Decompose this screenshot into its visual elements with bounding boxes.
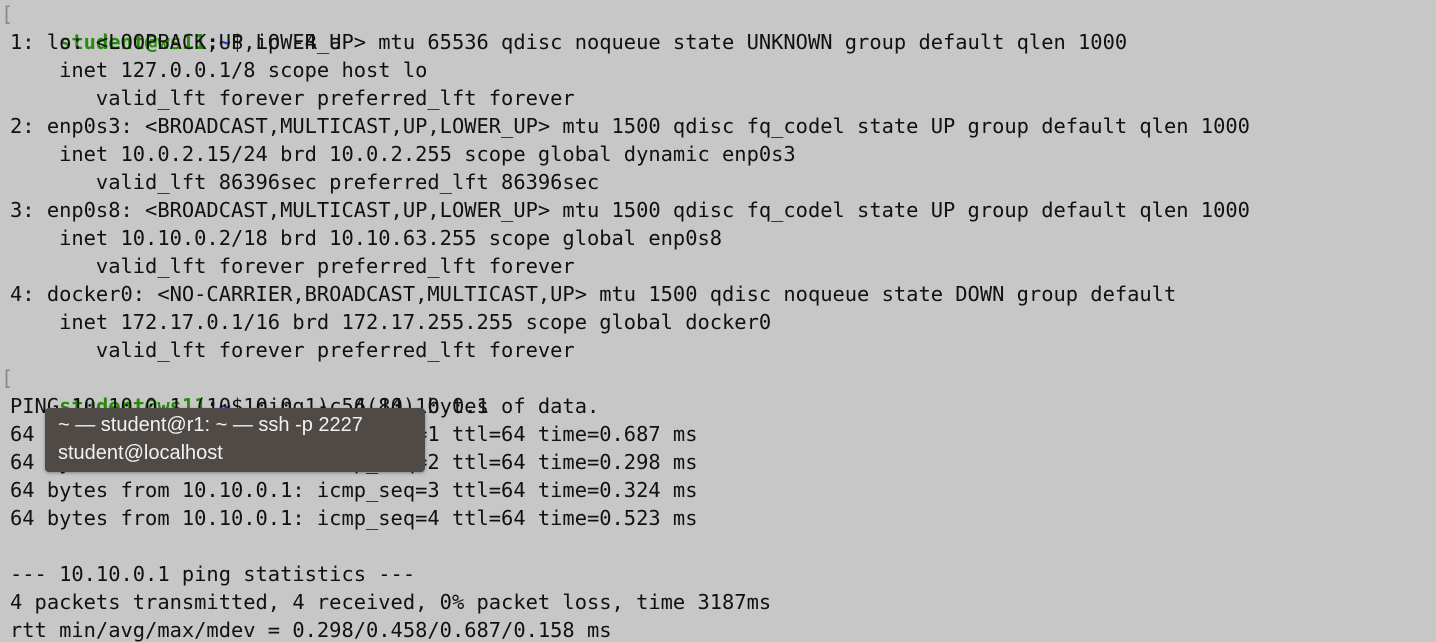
- output-line: 1: lo: <LOOPBACK,UP,LOWER_UP> mtu 65536 …: [10, 30, 1128, 54]
- prompt-line: [student@ws11:~$ ping -c 4 10.10.0.1: [0, 364, 1436, 418]
- output-line: valid_lft forever preferred_lft forever: [10, 338, 575, 362]
- output-line: inet 172.17.0.1/16 brd 172.17.255.255 sc…: [10, 310, 772, 334]
- prompt-bracket: [: [1, 2, 14, 26]
- tooltip-subtitle: student@localhost: [58, 442, 223, 464]
- output-line: 3: enp0s8: <BROADCAST,MULTICAST,UP,LOWER…: [10, 198, 1250, 222]
- output-line: valid_lft 86396sec preferred_lft 86396se…: [10, 170, 600, 194]
- terminal-window[interactable]: [student@ws11:~$ ip -4 a 1: lo: <LOOPBAC…: [0, 0, 1436, 642]
- output-line: 4 packets transmitted, 4 received, 0% pa…: [10, 590, 772, 614]
- output-line: inet 127.0.0.1/8 scope host lo: [10, 58, 428, 82]
- output-line: --- 10.10.0.1 ping statistics ---: [10, 562, 416, 586]
- output-line: valid_lft forever preferred_lft forever: [10, 86, 575, 110]
- output-line: valid_lft forever preferred_lft forever: [10, 254, 575, 278]
- output-line: 2: enp0s3: <BROADCAST,MULTICAST,UP,LOWER…: [10, 114, 1250, 138]
- output-line: inet 10.0.2.15/24 brd 10.0.2.255 scope g…: [10, 142, 796, 166]
- output-line: 4: docker0: <NO-CARRIER,BROADCAST,MULTIC…: [10, 282, 1177, 306]
- output-line: 64 bytes from 10.10.0.1: icmp_seq=3 ttl=…: [10, 478, 698, 502]
- output-line: rtt min/avg/max/mdev = 0.298/0.458/0.687…: [10, 618, 612, 642]
- output-line: inet 10.10.0.2/18 brd 10.10.63.255 scope…: [10, 226, 723, 250]
- tooltip-title: ~ — student@r1: ~ — ssh -p 2227: [58, 414, 363, 436]
- prompt-bracket: [: [1, 366, 14, 390]
- tab-tooltip: ~ — student@r1: ~ — ssh -p 2227 student@…: [45, 408, 425, 472]
- output-line: 64 bytes from 10.10.0.1: icmp_seq=4 ttl=…: [10, 506, 698, 530]
- prompt-line: [student@ws11:~$ ip -4 a: [0, 0, 1436, 54]
